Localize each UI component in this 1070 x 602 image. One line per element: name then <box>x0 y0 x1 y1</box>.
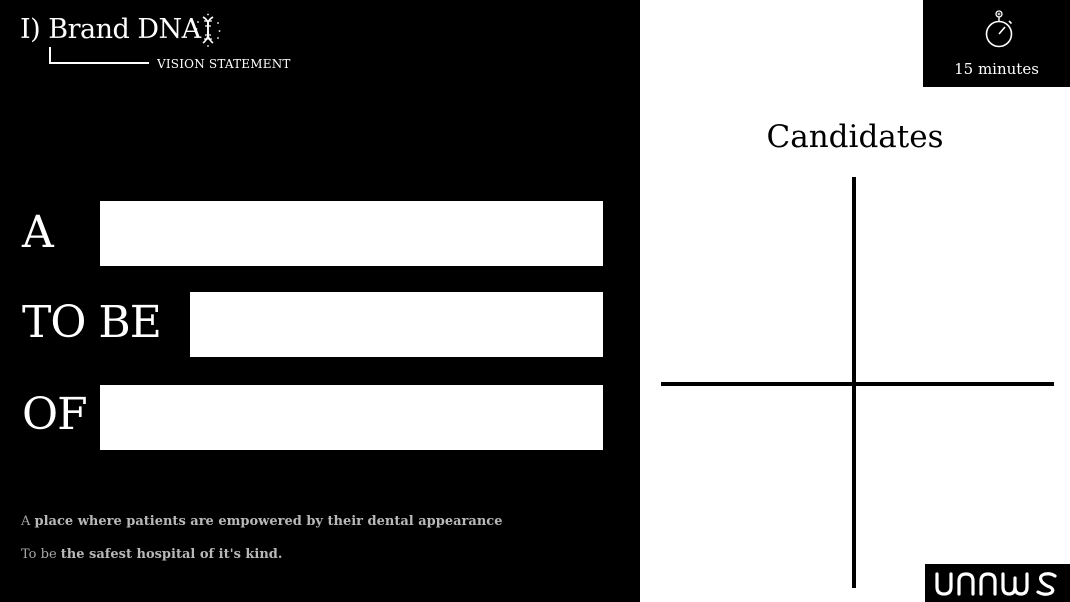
section-subtitle: VISION STATEMENT <box>157 57 291 71</box>
example-prefix: A <box>21 514 35 529</box>
example-line: To be the safest hospital of it's kind. <box>21 547 282 562</box>
example-emphasis: place where patients are empowered by th… <box>34 514 503 529</box>
brand-logo-mark <box>935 572 1057 596</box>
timer-badge: 15 minutes <box>923 0 1070 87</box>
statement-field-of[interactable] <box>100 385 603 450</box>
example-prefix: To be <box>21 547 61 562</box>
example-emphasis: the safest hospital of it's kind. <box>60 547 283 562</box>
dna-icon <box>195 13 221 47</box>
statement-field-a[interactable] <box>100 201 603 266</box>
stopwatch-icon <box>985 10 1013 48</box>
row-label-to-be: TO BE <box>22 297 162 348</box>
row-label-a: A <box>22 207 54 258</box>
candidates-title: Candidates <box>766 119 944 155</box>
timer-label: 15 minutes <box>954 60 1039 78</box>
left-panel: I) Brand DNA VISION STATEMENT A TO BE OF… <box>0 0 640 602</box>
page-title: I) Brand DNA <box>20 14 201 45</box>
brand-logo <box>925 564 1070 602</box>
row-label-of: OF <box>22 389 88 440</box>
horizontal-axis <box>661 382 1054 386</box>
title-connector <box>49 47 149 64</box>
statement-field-to-be[interactable] <box>190 292 603 357</box>
example-line: A place where patients are empowered by … <box>21 514 502 529</box>
